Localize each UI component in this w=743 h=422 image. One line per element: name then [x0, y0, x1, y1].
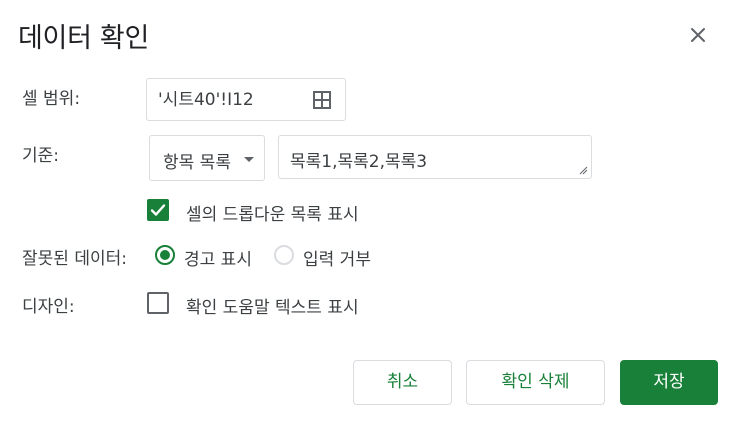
criteria-type-value: 항목 목록	[163, 153, 231, 173]
grid-select-icon[interactable]	[313, 91, 331, 109]
list-items-input[interactable]: 목록1,목록2,목록3	[278, 135, 592, 179]
criteria-label: 기준:	[22, 146, 60, 166]
data-validation-dialog: 데이터 확인 셀 범위: '시트40'!I12 기준: 항목 목록 목록1,목록…	[0, 0, 743, 422]
reject-input-radio[interactable]	[274, 245, 294, 265]
resize-handle-icon[interactable]	[579, 166, 588, 175]
cell-range-value: '시트40'!I12	[158, 90, 254, 110]
show-warning-radio[interactable]	[155, 245, 175, 265]
dialog-title: 데이터 확인	[18, 23, 149, 54]
reject-input-label: 입력 거부	[303, 250, 371, 270]
chevron-down-icon	[244, 157, 254, 162]
show-warning-label: 경고 표시	[184, 250, 252, 270]
help-text-checkbox[interactable]	[147, 292, 169, 314]
cancel-button[interactable]: 취소	[353, 360, 452, 405]
close-button[interactable]	[684, 21, 712, 49]
cell-range-label: 셀 범위:	[22, 89, 81, 109]
cell-range-input[interactable]: '시트40'!I12	[146, 78, 346, 121]
save-button[interactable]: 저장	[620, 360, 718, 405]
invalid-data-label: 잘못된 데이터:	[22, 249, 127, 269]
help-text-label: 확인 도움말 텍스트 표시	[186, 298, 359, 318]
appearance-label: 디자인:	[22, 297, 75, 317]
show-dropdown-checkbox[interactable]	[147, 199, 169, 221]
list-items-value: 목록1,목록2,목록3	[290, 152, 428, 172]
close-icon	[691, 28, 705, 42]
remove-validation-button[interactable]: 확인 삭제	[466, 360, 605, 405]
criteria-type-select[interactable]: 항목 목록	[149, 135, 265, 181]
checkmark-icon	[150, 204, 166, 216]
show-dropdown-label: 셀의 드롭다운 목록 표시	[186, 205, 359, 225]
